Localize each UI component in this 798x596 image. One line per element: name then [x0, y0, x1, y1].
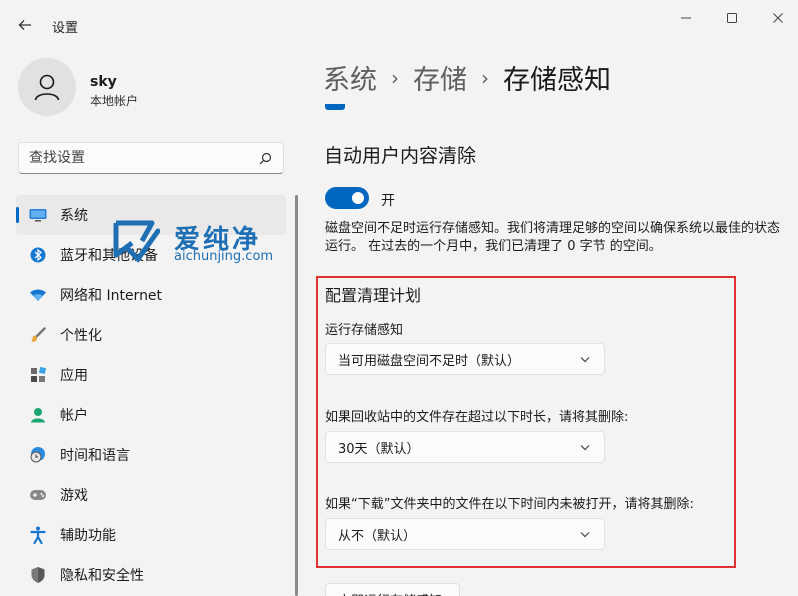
scrolled-toggle-edge — [325, 104, 345, 110]
gamepad-icon — [28, 485, 48, 505]
sidebar-item-label: 网络和 Internet — [60, 288, 163, 304]
search-icon[interactable] — [257, 150, 273, 166]
sidebar-item-system[interactable]: 系统 — [16, 195, 286, 235]
sidebar-item-accessibility[interactable]: 辅助功能 — [16, 515, 286, 555]
title-bar: 设置 — [0, 0, 798, 48]
schedule-title: 配置清理计划 — [325, 286, 422, 305]
sidebar-item-label: 蓝牙和其他设备 — [60, 248, 158, 264]
chevron-down-icon — [578, 352, 592, 366]
sidebar-item-network[interactable]: 网络和 Internet — [16, 275, 286, 315]
sidebar-item-label: 帐户 — [60, 408, 88, 424]
search-box[interactable] — [18, 142, 284, 174]
sidebar-item-label: 辅助功能 — [60, 528, 116, 544]
run-storage-sense-label: 运行存储感知 — [325, 323, 404, 338]
shield-icon — [28, 565, 48, 585]
dropdown-value: 当可用磁盘空间不足时（默认） — [338, 353, 521, 369]
downloads-label: 如果“下载”文件夹中的文件在以下时间内未被打开，请将其删除: — [325, 497, 694, 512]
breadcrumb-system[interactable]: 系统 — [323, 58, 377, 97]
recycle-bin-label: 如果回收站中的文件存在超过以下时长，请将其删除: — [325, 410, 629, 425]
sidebar-item-accounts[interactable]: 帐户 — [16, 395, 286, 435]
minimize-button[interactable] — [668, 6, 704, 30]
sidebar-item-time-language[interactable]: 时间和语言 — [16, 435, 286, 475]
sidebar-item-bluetooth[interactable]: 蓝牙和其他设备 — [16, 235, 286, 275]
sidebar-item-label: 时间和语言 — [60, 448, 130, 464]
sidebar-item-personalization[interactable]: 个性化 — [16, 315, 286, 355]
avatar — [18, 58, 76, 116]
breadcrumb: 系统 › 存储 › 存储感知 — [323, 58, 611, 97]
search-input[interactable] — [29, 150, 257, 166]
auto-cleanup-toggle[interactable] — [325, 187, 369, 209]
maximize-icon — [727, 13, 737, 23]
sidebar-item-label: 系统 — [60, 208, 88, 224]
minimize-icon — [681, 17, 691, 19]
close-button[interactable] — [760, 6, 796, 30]
maximize-button[interactable] — [714, 6, 750, 30]
person-avatar-icon — [34, 74, 60, 101]
accessibility-icon — [28, 525, 48, 545]
breadcrumb-separator: › — [481, 65, 489, 90]
chevron-down-icon — [578, 527, 592, 541]
run-storage-sense-dropdown[interactable]: 当可用磁盘空间不足时（默认） — [325, 343, 605, 375]
account-type: 本地帐户 — [90, 94, 139, 108]
sidebar-nav: 系统 蓝牙和其他设备 网络和 Internet 个性化 应用 帐户 时间和语言 … — [16, 195, 286, 595]
sidebar-scrollbar[interactable] — [295, 195, 298, 596]
sidebar-item-privacy[interactable]: 隐私和安全性 — [16, 555, 286, 595]
system-display-icon — [28, 205, 48, 225]
close-icon — [773, 13, 783, 23]
app-title: 设置 — [52, 21, 79, 36]
sidebar-item-label: 应用 — [60, 368, 88, 384]
sidebar-item-apps[interactable]: 应用 — [16, 355, 286, 395]
chevron-down-icon — [578, 440, 592, 454]
toggle-state-label: 开 — [381, 193, 395, 209]
wifi-icon — [28, 285, 48, 305]
sidebar-item-label: 游戏 — [60, 488, 88, 504]
sidebar-item-label: 个性化 — [60, 328, 102, 344]
breadcrumb-separator: › — [391, 65, 399, 90]
toggle-knob — [352, 192, 364, 204]
apps-icon — [28, 365, 48, 385]
page-title: 存储感知 — [503, 65, 611, 96]
brush-icon — [28, 325, 48, 345]
arrow-left-icon — [18, 20, 31, 30]
sidebar-item-gaming[interactable]: 游戏 — [16, 475, 286, 515]
section-title: 自动用户内容清除 — [324, 145, 477, 167]
person-icon — [28, 405, 48, 425]
recycle-bin-dropdown[interactable]: 30天（默认） — [325, 431, 605, 463]
breadcrumb-storage[interactable]: 存储 — [413, 58, 467, 97]
user-name: sky — [90, 74, 117, 90]
auto-cleanup-description: 磁盘空间不足时运行存储感知。我们将清理足够的空间以确保系统以最佳的状态运行。 在… — [325, 221, 781, 254]
dropdown-value: 从不（默认） — [338, 528, 417, 544]
bluetooth-icon — [28, 245, 48, 265]
sidebar-item-label: 隐私和安全性 — [60, 568, 144, 584]
dropdown-value: 30天（默认） — [338, 441, 420, 457]
run-now-button[interactable]: 立即运行存储感知 — [325, 583, 460, 596]
downloads-dropdown[interactable]: 从不（默认） — [325, 518, 605, 550]
back-button[interactable] — [10, 10, 40, 40]
globe-clock-icon — [28, 445, 48, 465]
